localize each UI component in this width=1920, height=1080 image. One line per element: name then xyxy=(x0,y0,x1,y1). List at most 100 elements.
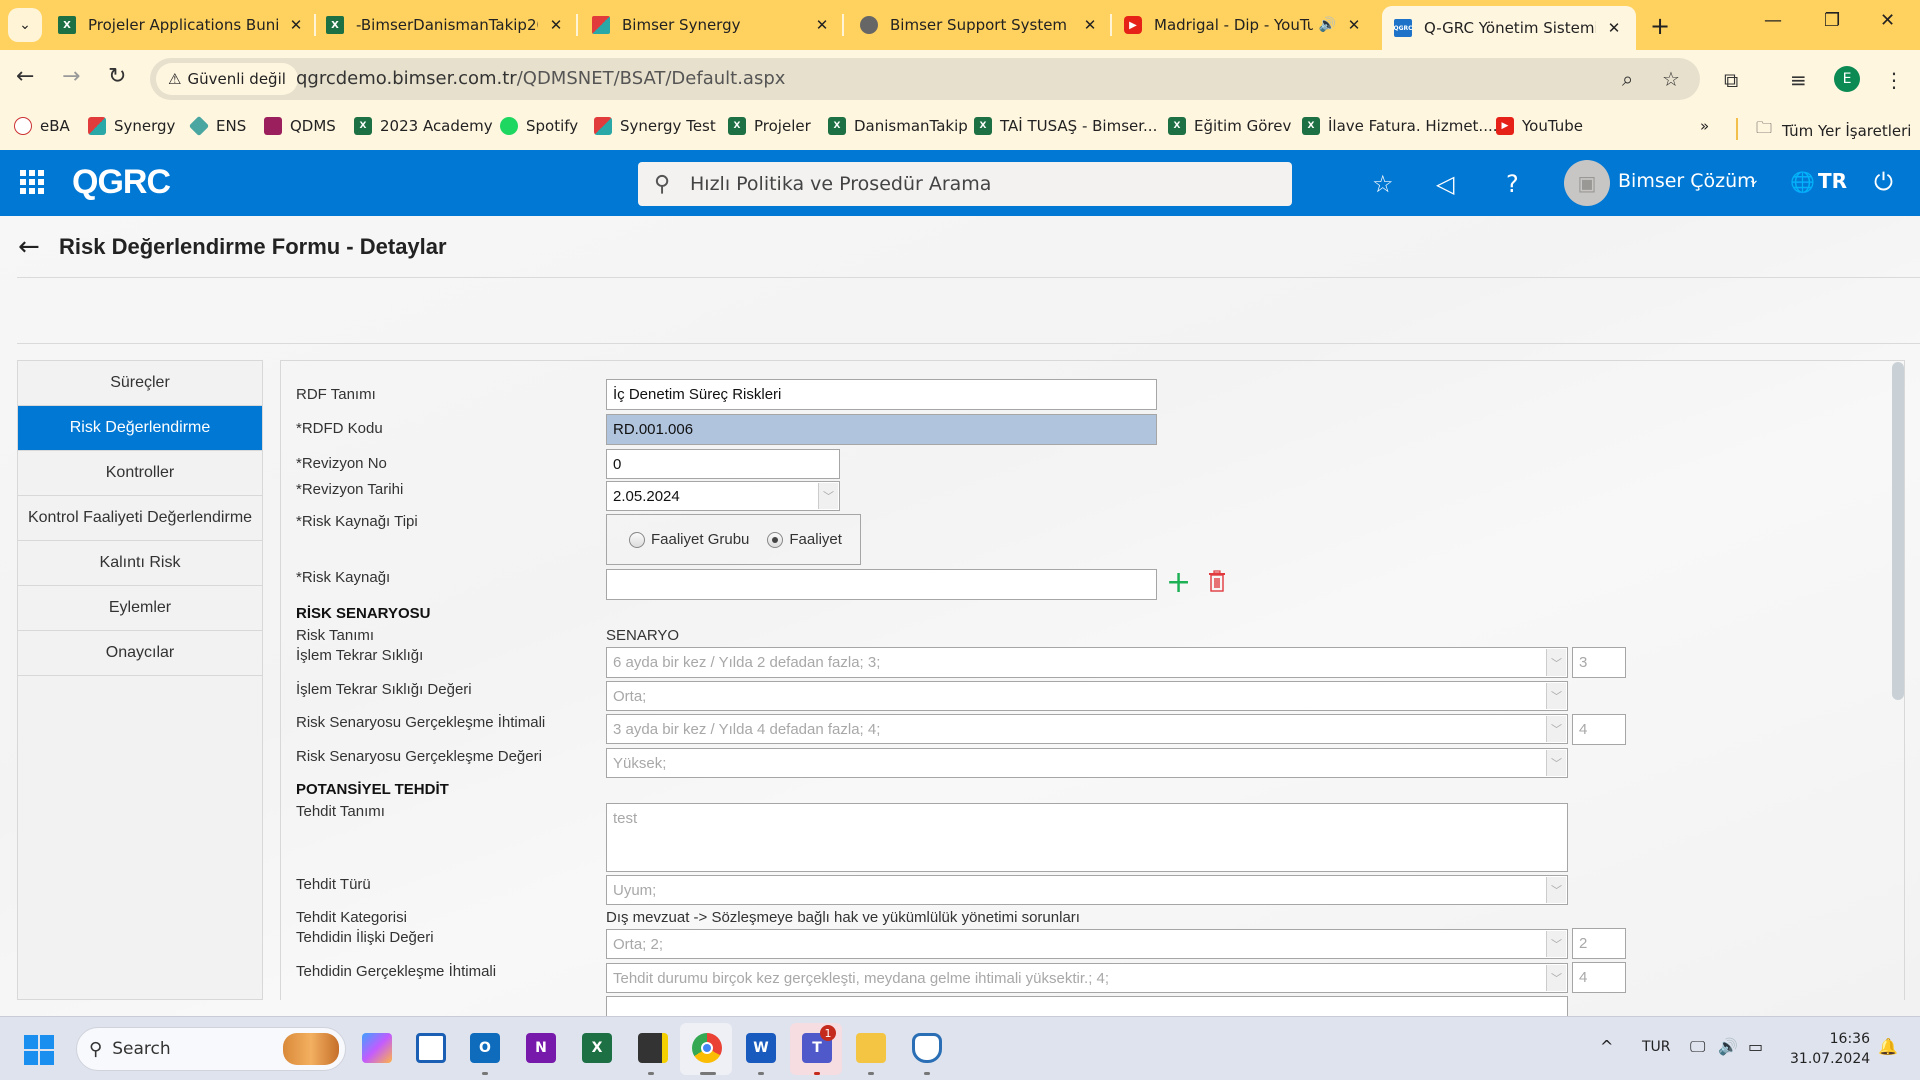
new-tab-button[interactable]: + xyxy=(1650,12,1670,40)
audio-playing-icon[interactable]: 🔊 xyxy=(1319,17,1336,33)
copilot-icon[interactable] xyxy=(362,1033,392,1063)
radio-button-selected[interactable] xyxy=(767,531,784,548)
profile-avatar[interactable]: E xyxy=(1834,66,1860,92)
chevron-down-icon[interactable]: ﹀ xyxy=(1546,716,1566,742)
tehdidin-iliski-degeri-select[interactable]: Orta; 2; ﹀ xyxy=(606,929,1568,959)
rdfd-kodu-input[interactable]: RD.001.006 xyxy=(606,414,1157,445)
chevron-down-icon[interactable]: ﹀ xyxy=(1546,965,1566,991)
extensions-icon[interactable]: ⧉ xyxy=(1724,68,1738,92)
tehdidin-gerceklesme-score[interactable]: 4 xyxy=(1572,962,1626,993)
close-icon[interactable]: ✕ xyxy=(1080,16,1100,34)
qgrc-logo[interactable]: QGRC xyxy=(72,163,171,202)
zoom-icon[interactable]: ⌕ xyxy=(1622,67,1633,91)
bookmark-item[interactable]: X 2023 Academy xyxy=(354,117,493,135)
back-arrow-icon[interactable]: ← xyxy=(18,232,40,262)
favorites-star-icon[interactable]: ☆ xyxy=(1372,170,1394,198)
close-icon[interactable]: ✕ xyxy=(286,16,306,34)
bookmark-item[interactable]: ENS xyxy=(188,115,246,137)
tehdidin-iliski-score[interactable]: 2 xyxy=(1572,928,1626,959)
all-bookmarks-button[interactable]: 🗀 Tüm Yer İşaretleri xyxy=(1756,117,1911,144)
minimize-button[interactable]: — xyxy=(1764,10,1782,31)
bookmark-star-icon[interactable]: ☆ xyxy=(1662,67,1680,91)
network-icon[interactable]: 🖵 xyxy=(1690,1037,1705,1057)
close-icon[interactable]: ✕ xyxy=(1344,16,1364,34)
bookmark-item[interactable]: X DanismanTakip xyxy=(828,117,968,135)
taskview-icon[interactable] xyxy=(416,1033,446,1063)
chevron-down-icon[interactable]: ﹀ xyxy=(1546,877,1566,903)
windows-start-icon[interactable] xyxy=(24,1035,54,1065)
rdf-tanimi-input[interactable]: İç Denetim Süreç Riskleri xyxy=(606,379,1157,410)
next-field-partial[interactable] xyxy=(606,996,1568,1016)
radio-faaliyet-grubu[interactable]: Faaliyet Grubu xyxy=(629,531,749,548)
bookmark-item[interactable]: Synergy xyxy=(88,117,175,135)
browser-tab-active[interactable]: QGRC Q-GRC Yönetim Sistemi ✕ xyxy=(1382,6,1636,50)
risk-kaynagi-input[interactable] xyxy=(606,569,1157,600)
outlook-icon[interactable]: O xyxy=(470,1033,500,1063)
back-button[interactable]: ← xyxy=(16,64,34,89)
reload-button[interactable]: ↻ xyxy=(108,64,126,89)
language-selector[interactable]: TR xyxy=(1818,169,1847,193)
taskbar-search[interactable]: ⚲ Search xyxy=(76,1027,346,1071)
radio-button[interactable] xyxy=(629,531,645,548)
chevron-down-icon[interactable]: ﹀ xyxy=(1546,649,1566,676)
menu-kebab-icon[interactable]: ⋮ xyxy=(1884,68,1904,92)
nav-item-eylemler[interactable]: Eylemler xyxy=(18,586,262,631)
logout-power-icon[interactable]: ⏻ xyxy=(1874,168,1893,196)
bookmark-item[interactable]: Spotify xyxy=(500,117,578,135)
tehdidin-gerceklesme-ihtimali-select[interactable]: Tehdit durumu birçok kez gerçekleşti, me… xyxy=(606,963,1568,993)
volume-icon[interactable]: 🔊 xyxy=(1718,1037,1738,1056)
chrome-icon[interactable] xyxy=(692,1033,722,1063)
nav-item-kontroller[interactable]: Kontroller xyxy=(18,451,262,496)
chevron-down-icon[interactable]: ⌄ xyxy=(1748,172,1760,188)
user-name[interactable]: Bimser Çözüm xyxy=(1618,170,1756,192)
forward-button[interactable]: → xyxy=(62,64,80,89)
language-icon[interactable]: 🌐 xyxy=(1790,170,1815,194)
help-icon[interactable]: ? xyxy=(1506,170,1519,198)
nav-item-surecler[interactable]: Süreçler xyxy=(18,361,262,406)
system-clock[interactable]: 16:36 31.07.2024 xyxy=(1790,1029,1870,1069)
tehdit-tanimi-textarea[interactable]: test xyxy=(606,803,1568,872)
revizyon-no-input[interactable]: 0 xyxy=(606,449,840,479)
notes-icon[interactable] xyxy=(638,1033,668,1063)
announcement-icon[interactable]: ◁ xyxy=(1436,170,1454,198)
close-window-button[interactable]: ✕ xyxy=(1880,10,1895,31)
revizyon-tarihi-datepicker[interactable]: 2.05.2024 ﹀ xyxy=(606,481,840,511)
security-chip[interactable]: ⚠ Güvenli değil xyxy=(156,63,298,95)
form-scrollbar[interactable] xyxy=(1892,362,1904,700)
bookmarks-overflow-button[interactable]: » xyxy=(1700,117,1709,135)
user-avatar[interactable]: ▣ xyxy=(1564,160,1610,206)
islem-tekrar-sikligi-select[interactable]: 6 ayda bir kez / Yılda 2 defadan fazla; … xyxy=(606,647,1568,678)
file-explorer-icon[interactable] xyxy=(856,1033,886,1063)
browser-tab[interactable]: Bimser Support System ✕ xyxy=(860,8,1100,42)
browser-tab[interactable]: ▶ Madrigal - Dip - YouTube 🔊 ✕ xyxy=(1124,8,1364,42)
islem-tekrar-sikligi-score[interactable]: 3 xyxy=(1572,647,1626,678)
word-icon[interactable]: W xyxy=(746,1033,776,1063)
close-icon[interactable]: ✕ xyxy=(1604,19,1624,37)
media-control-icon[interactable]: ≡ xyxy=(1790,68,1807,92)
app-launcher-icon[interactable] xyxy=(20,170,44,194)
bookmark-item[interactable]: ▶ YouTube xyxy=(1496,117,1583,135)
bookmark-item[interactable]: eBA xyxy=(14,117,70,135)
tab-search-button[interactable]: ⌄ xyxy=(8,8,42,42)
bookmark-item[interactable]: X Eğitim Görev xyxy=(1168,117,1291,135)
close-icon[interactable]: ✕ xyxy=(546,16,566,34)
nav-item-onaycilar[interactable]: Onaycılar xyxy=(18,631,262,676)
nav-item-kontrol-faaliyeti[interactable]: Kontrol Faaliyeti Değerlendirme xyxy=(18,496,262,541)
chevron-down-icon[interactable]: ﹀ xyxy=(818,483,838,509)
input-language[interactable]: TUR xyxy=(1642,1039,1671,1055)
tehdit-turu-select[interactable]: Uyum; ﹀ xyxy=(606,875,1568,905)
bookmark-item[interactable]: X İlave Fatura. Hizmet.... xyxy=(1302,117,1498,135)
notification-bell-icon[interactable]: 🔔 xyxy=(1878,1037,1898,1056)
browser-tab[interactable]: X Projeler Applications Buninb ✕ xyxy=(58,8,306,42)
quick-search-input[interactable]: ⚲ Hızlı Politika ve Prosedür Arama xyxy=(638,162,1292,206)
risk-senaryosu-gerceklesme-ihtimali-select[interactable]: 3 ayda bir kez / Yılda 4 defadan fazla; … xyxy=(606,714,1568,744)
risk-senaryosu-gerceklesme-score[interactable]: 4 xyxy=(1572,714,1626,745)
nav-item-risk-degerlendirme[interactable]: Risk Değerlendirme xyxy=(18,406,262,451)
chevron-down-icon[interactable]: ﹀ xyxy=(1546,683,1566,709)
delete-trash-icon[interactable] xyxy=(1208,570,1226,592)
url-text[interactable]: qgrcdemo.bimser.com.tr/QDMSNET/BSAT/Defa… xyxy=(296,68,785,89)
islem-tekrar-sikligi-degeri-select[interactable]: Orta; ﹀ xyxy=(606,681,1568,711)
browser-tab[interactable]: Bimser Synergy ✕ xyxy=(592,8,832,42)
address-bar[interactable]: ⚠ Güvenli değil qgrcdemo.bimser.com.tr/Q… xyxy=(150,58,1700,100)
security-shield-icon[interactable] xyxy=(912,1033,942,1063)
